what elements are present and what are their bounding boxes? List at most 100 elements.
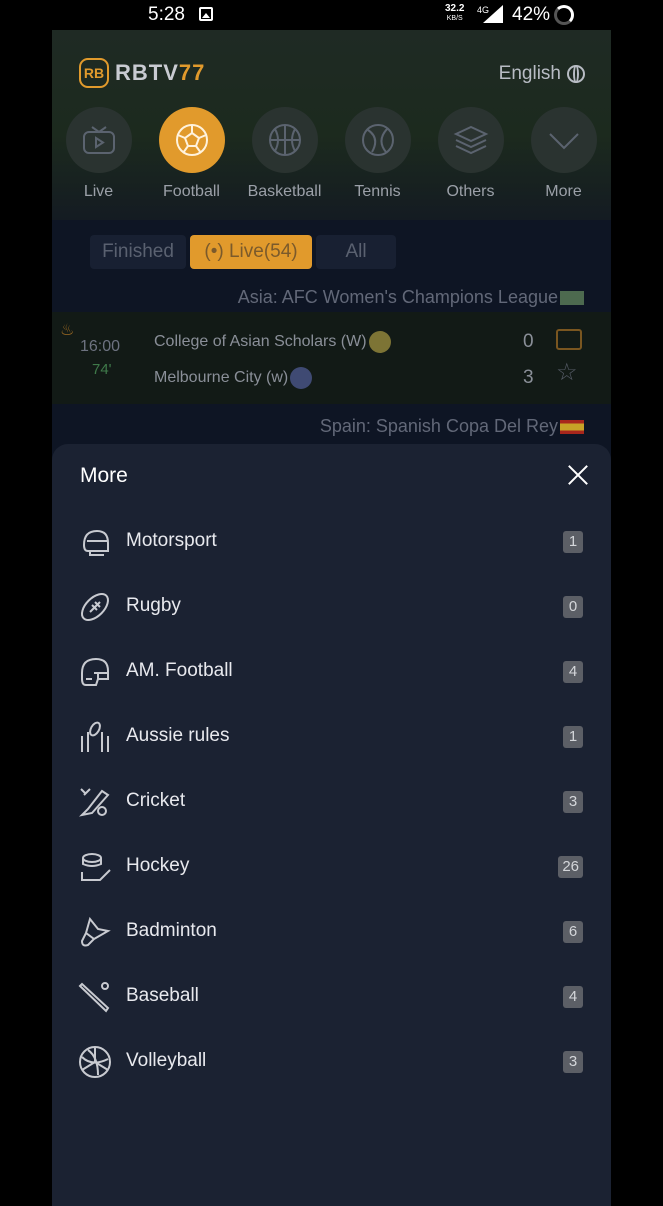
fire-icon: ♨ <box>60 322 75 339</box>
aussie-rules-icon <box>78 720 112 754</box>
football-helmet-icon <box>78 655 112 689</box>
rugby-ball-icon <box>78 590 112 624</box>
sport-item-rugby[interactable]: Rugby 0 <box>52 582 611 632</box>
language-label: English <box>498 63 561 84</box>
sport-item-cricket[interactable]: Cricket 3 <box>52 777 611 827</box>
sport-label: AM. Football <box>126 660 233 681</box>
sport-item-am-football[interactable]: AM. Football 4 <box>52 647 611 697</box>
league-name: Asia: AFC Women's Champions League <box>237 287 558 307</box>
tab-all[interactable]: All <box>316 235 396 269</box>
sport-count-badge: 4 <box>563 986 583 1008</box>
league-name: Spain: Spanish Copa Del Rey <box>319 416 558 436</box>
volleyball-icon <box>78 1045 112 1079</box>
sport-item-baseball[interactable]: Baseball 4 <box>52 972 611 1022</box>
live-stream-tv-icon[interactable] <box>556 329 582 350</box>
header-banner: RB RBTV77 English Live Football Basketba… <box>52 30 611 220</box>
match-minute: 74' <box>92 361 112 378</box>
app-screen: RB RBTV77 English Live Football Basketba… <box>52 30 611 1206</box>
basketball-icon <box>251 107 318 173</box>
category-football[interactable]: Football <box>145 107 238 201</box>
sport-label: Rugby <box>126 595 181 616</box>
language-selector[interactable]: English <box>499 63 585 85</box>
layers-icon <box>437 107 504 173</box>
sport-item-badminton[interactable]: Badminton 6 <box>52 907 611 957</box>
league-header[interactable]: Asia: AFC Women's Champions League <box>238 287 584 308</box>
tv-icon <box>65 107 132 173</box>
sport-label: Aussie rules <box>126 725 230 746</box>
brand-mark: RB <box>79 58 109 88</box>
away-team-name: Melbourne City (w) <box>154 369 289 386</box>
sport-count-badge: 26 <box>558 856 583 878</box>
signal-icon <box>483 5 503 23</box>
spain-flag-icon <box>560 419 584 434</box>
home-team: College of Asian Scholars (W) <box>154 331 391 353</box>
sport-count-badge: 0 <box>563 596 583 618</box>
match-row[interactable]: ♨ 16:00 74' College of Asian Scholars (W… <box>52 312 611 404</box>
sport-count-badge: 4 <box>563 661 583 683</box>
tennis-icon <box>344 107 411 173</box>
brand-name-text: RBTV <box>115 60 179 85</box>
category-tennis[interactable]: Tennis <box>331 107 424 201</box>
match-filter-tabs: Finished (•) Live(54) All <box>90 235 400 269</box>
sport-count-badge: 3 <box>563 791 583 813</box>
tab-live[interactable]: (•) Live(54) <box>190 235 312 269</box>
sport-item-motorsport[interactable]: Motorsport 1 <box>52 517 611 567</box>
kickoff-time: 16:00 <box>80 338 121 355</box>
sport-item-hockey[interactable]: Hockey 26 <box>52 842 611 892</box>
sport-item-volleyball[interactable]: Volleyball 3 <box>52 1037 611 1087</box>
league-header[interactable]: Spain: Spanish Copa Del Rey <box>320 416 584 437</box>
home-score: 0 <box>523 331 534 352</box>
close-icon[interactable] <box>567 464 589 486</box>
speed-unit: KB/S <box>446 15 463 22</box>
sport-label: Badminton <box>126 920 217 941</box>
sport-count-badge: 1 <box>563 726 583 748</box>
brand-name: RBTV77 <box>115 60 205 86</box>
category-label: Basketball <box>247 183 322 200</box>
category-label: Tennis <box>354 183 401 200</box>
home-team-badge-icon <box>368 331 391 353</box>
more-sports-sheet: More Motorsport 1 Rugby 0 AM. Football 4… <box>52 444 611 1206</box>
baseball-bat-icon <box>78 980 112 1014</box>
tab-finished[interactable]: Finished <box>90 235 186 269</box>
hockey-stick-icon <box>78 850 112 884</box>
globe-icon <box>567 65 585 83</box>
category-bar: Live Football Basketball Tennis Others M… <box>52 107 611 207</box>
asia-flag-icon <box>560 290 584 305</box>
shuttlecock-icon <box>78 915 112 949</box>
speed-value: 32.2 <box>445 3 465 14</box>
favorite-star-icon[interactable]: ☆ <box>556 361 578 385</box>
category-label: Live <box>83 183 114 200</box>
category-label: Others <box>446 183 495 200</box>
category-basketball[interactable]: Basketball <box>238 107 331 201</box>
battery-icon <box>554 5 574 25</box>
sheet-title: More <box>80 464 128 487</box>
sport-label: Volleyball <box>126 1050 207 1071</box>
football-icon <box>158 107 225 173</box>
away-team-badge-icon <box>290 367 313 389</box>
sport-label: Cricket <box>126 790 186 811</box>
battery-percent: 42% <box>512 4 551 25</box>
network-speed: 32.2 KB/S <box>445 4 464 24</box>
live-dot-icon: (•) <box>204 241 229 262</box>
away-score: 3 <box>523 367 534 388</box>
sport-label: Hockey <box>126 855 190 876</box>
category-label: Football <box>163 183 220 200</box>
away-team: Melbourne City (w) <box>154 367 313 389</box>
category-more[interactable]: More <box>517 107 610 201</box>
sport-count-badge: 1 <box>563 531 583 553</box>
sport-label: Motorsport <box>126 530 217 551</box>
category-others[interactable]: Others <box>424 107 517 201</box>
brand-name-suffix: 77 <box>178 60 206 85</box>
status-bar: 5:28 32.2 KB/S 4G 42% <box>0 0 663 30</box>
image-notification-icon <box>199 7 213 21</box>
cricket-bat-icon <box>78 785 112 819</box>
category-live[interactable]: Live <box>52 107 145 201</box>
motorsport-helmet-icon <box>78 525 112 559</box>
category-label: More <box>545 183 582 200</box>
brand-logo[interactable]: RB RBTV77 <box>79 58 205 88</box>
sport-label: Baseball <box>126 985 199 1006</box>
sport-count-badge: 3 <box>563 1051 583 1073</box>
sport-item-aussie-rules[interactable]: Aussie rules 1 <box>52 712 611 762</box>
home-team-name: College of Asian Scholars (W) <box>154 333 367 350</box>
sport-count-badge: 6 <box>563 921 583 943</box>
